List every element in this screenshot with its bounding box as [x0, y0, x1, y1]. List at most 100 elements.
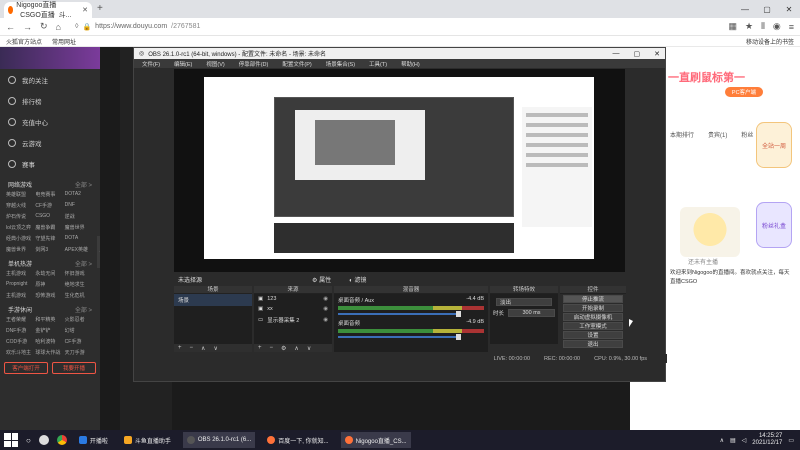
menu-profile[interactable]: 配置文件(P): [282, 60, 311, 68]
source-item[interactable]: ▣ xx ◉: [254, 304, 332, 314]
category-link[interactable]: 哈利波特: [35, 338, 64, 345]
taskbar-app[interactable]: OBS 26.1.0-rc1 (6...: [182, 432, 256, 448]
category-link[interactable]: 永劫无间: [35, 270, 64, 277]
category-link[interactable]: 生化危机: [65, 292, 94, 299]
close-window-icon[interactable]: ✕: [778, 0, 800, 18]
tab-rank[interactable]: 本期排行: [670, 130, 694, 139]
category-link[interactable]: 王者荣耀: [6, 316, 35, 323]
close-tab-icon[interactable]: ✕: [82, 6, 88, 14]
category-link[interactable]: APEX英雄: [65, 246, 94, 253]
obs-preview[interactable]: [174, 69, 625, 272]
category-link[interactable]: lol云顶之弈: [6, 224, 35, 231]
category-link[interactable]: 主机游戏: [6, 270, 35, 277]
address-bar[interactable]: ◊ 🔒 https://www.douyu.com/2767581: [68, 20, 721, 33]
category-link[interactable]: 穿越火线: [6, 202, 35, 209]
category-link[interactable]: 绝地求生: [65, 281, 94, 288]
back-icon[interactable]: ←: [6, 22, 15, 32]
menu-scene-collection[interactable]: 场景集合(S): [326, 60, 355, 68]
category-link[interactable]: 魔兽世界: [65, 224, 94, 231]
volume-slider[interactable]: [338, 334, 461, 340]
volume-knob[interactable]: [455, 334, 461, 340]
obs-minimize-icon[interactable]: —: [613, 50, 620, 58]
bookmark-item[interactable]: 常用网址: [52, 37, 76, 46]
up-icon[interactable]: ∧: [294, 345, 298, 352]
windows-start-icon[interactable]: [4, 433, 18, 447]
fan-gift-badge[interactable]: 粉丝礼盒: [756, 202, 792, 248]
eye-icon[interactable]: ◉: [323, 306, 328, 312]
volume-slider[interactable]: [338, 311, 461, 317]
category-link[interactable]: DNF手游: [6, 327, 35, 334]
browser-tab[interactable]: Nigogoo直播_CSGO直播_斗... ✕: [4, 2, 92, 19]
new-tab-button[interactable]: +: [97, 3, 103, 14]
category-link[interactable]: 欢乐斗地主: [6, 349, 35, 356]
duration-input[interactable]: 300 ms: [508, 309, 555, 317]
category-link[interactable]: COD手游: [6, 338, 35, 345]
menu-icon[interactable]: ≡: [789, 22, 794, 32]
tray-chevron-icon[interactable]: ∧: [720, 437, 724, 444]
grid-icon[interactable]: ▦: [729, 21, 738, 32]
gear-icon[interactable]: ⚙: [281, 345, 286, 352]
category-link[interactable]: CF手游: [65, 338, 94, 345]
category-link[interactable]: 球球大作战: [35, 349, 64, 356]
category-link[interactable]: 逆战: [65, 213, 94, 220]
category-link[interactable]: CF手游: [35, 202, 64, 209]
sidebar-item-recharge[interactable]: 充值中心: [0, 111, 100, 132]
clock[interactable]: 14:25:27 2021/12/17: [752, 433, 782, 447]
category-link[interactable]: 和平精英: [35, 316, 64, 323]
tab-fans[interactable]: 粉丝: [741, 130, 753, 139]
sidebar-item-follow[interactable]: 我的关注: [0, 69, 100, 90]
category-link[interactable]: 炉石传说: [6, 213, 35, 220]
up-icon[interactable]: ∧: [201, 345, 205, 352]
open-client-button[interactable]: 客户端打开: [4, 362, 48, 374]
down-icon[interactable]: ∨: [213, 345, 217, 352]
account-icon[interactable]: ◉: [773, 21, 781, 32]
category-link[interactable]: 恐怖游戏: [35, 292, 64, 299]
section-more-link[interactable]: 全部 >: [75, 305, 92, 314]
maximize-icon[interactable]: ▢: [756, 0, 778, 18]
section-more-link[interactable]: 全部 >: [75, 180, 92, 189]
search-icon[interactable]: ○: [26, 436, 31, 445]
bookmark-item[interactable]: 火狐官方站点: [6, 37, 42, 46]
category-link[interactable]: DNF: [65, 202, 94, 209]
category-link[interactable]: 火影忍者: [65, 316, 94, 323]
sidebar-banner[interactable]: [0, 47, 100, 69]
tab-vip[interactable]: 贵宾(1): [708, 130, 727, 139]
remove-icon[interactable]: −: [190, 345, 194, 351]
network-icon[interactable]: ▤: [730, 437, 736, 444]
category-link[interactable]: 金铲铲: [35, 327, 64, 334]
scene-item[interactable]: 场景: [174, 294, 252, 306]
source-item[interactable]: ▭ 显示器采集 2 ◉: [254, 314, 332, 326]
remove-icon[interactable]: −: [270, 345, 274, 351]
exit-button[interactable]: 退出: [563, 340, 623, 348]
category-link[interactable]: Propnight: [6, 281, 35, 288]
category-link[interactable]: DOTA2: [65, 191, 94, 198]
menu-edit[interactable]: 编辑(E): [174, 60, 192, 68]
taskbar-app[interactable]: Nigogoo直播_CS...: [340, 432, 411, 448]
menu-view[interactable]: 视图(V): [206, 60, 224, 68]
start-stream-button[interactable]: 我要开播: [52, 362, 96, 374]
menu-tools[interactable]: 工具(T): [369, 60, 387, 68]
category-link[interactable]: 电竞赛事: [35, 191, 64, 198]
forward-icon[interactable]: →: [23, 22, 32, 32]
menu-file[interactable]: 文件(F): [142, 60, 160, 68]
category-link[interactable]: 剑网3: [35, 246, 64, 253]
minimize-icon[interactable]: —: [734, 0, 756, 18]
sidebar-item-events[interactable]: 赛事: [0, 153, 100, 174]
obs-maximize-icon[interactable]: ▢: [634, 50, 641, 58]
category-link[interactable]: 经典小游戏: [6, 235, 35, 242]
source-item[interactable]: ▣ 123 ◉: [254, 294, 332, 304]
virtual-camera-button[interactable]: 启动虚拟摄像机: [563, 313, 623, 321]
home-icon[interactable]: ⌂: [56, 22, 61, 32]
category-link[interactable]: 魔兽世界: [6, 246, 35, 253]
category-link[interactable]: 主机游戏: [6, 292, 35, 299]
eye-icon[interactable]: ◉: [323, 317, 328, 323]
category-link[interactable]: 怀旧游戏: [65, 270, 94, 277]
properties-button[interactable]: ⚙ 属性: [312, 275, 331, 284]
category-link[interactable]: 守望先锋: [35, 235, 64, 242]
weekly-badge[interactable]: 全站一周: [756, 122, 792, 168]
category-link[interactable]: DOTA: [65, 235, 94, 242]
add-icon[interactable]: +: [258, 345, 262, 351]
category-link[interactable]: 天刀手游: [65, 349, 94, 356]
filters-button[interactable]: ◐ 滤镜: [349, 275, 366, 284]
chrome-icon[interactable]: [56, 435, 67, 445]
